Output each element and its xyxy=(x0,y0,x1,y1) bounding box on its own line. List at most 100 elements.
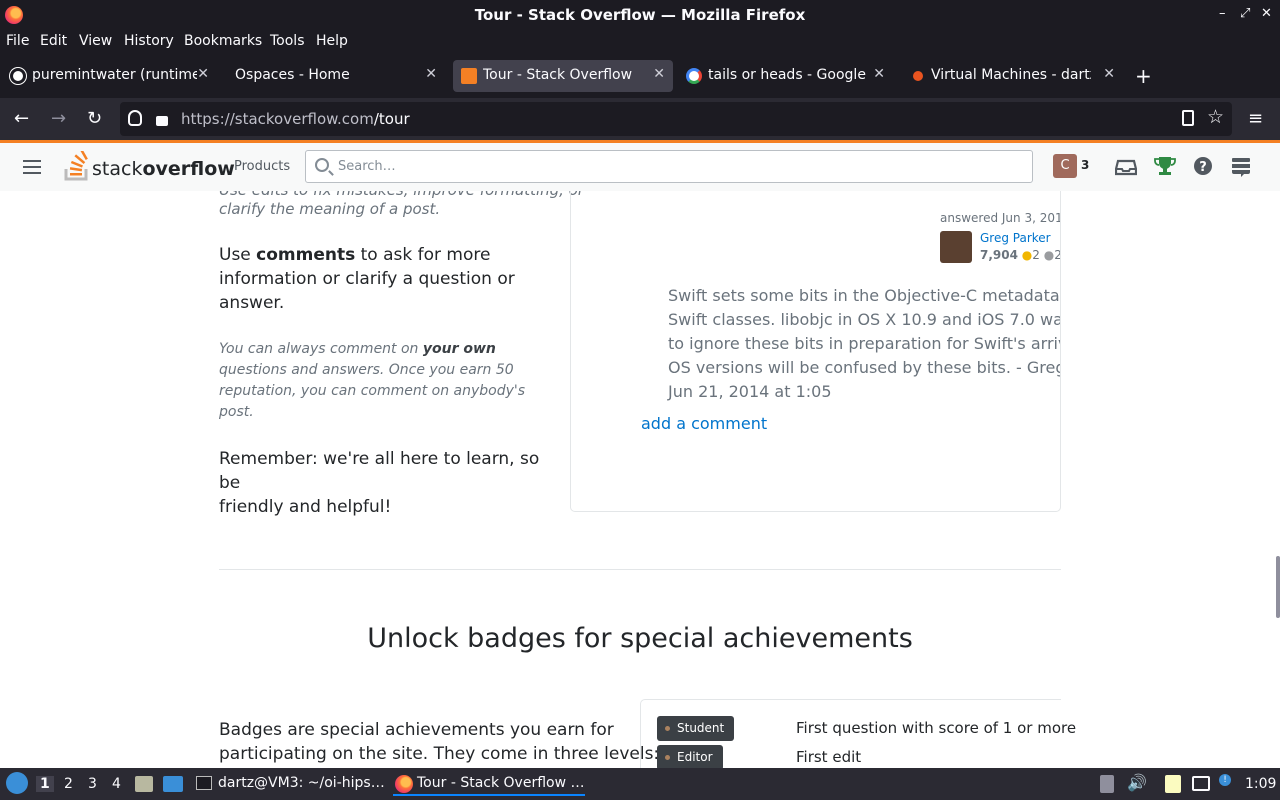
badges-heading: Unlock badges for special achievements xyxy=(367,623,913,654)
workspace-1[interactable]: 1 xyxy=(36,776,54,792)
student-badge-description: First question with score of 1 or more xyxy=(796,719,1077,737)
notification-icon[interactable]: ! xyxy=(1219,774,1231,786)
url-text[interactable]: https://stackoverflow.com/tour xyxy=(181,110,410,128)
taskbar-firefox[interactable]: Tour - Stack Overflow … xyxy=(393,772,585,796)
text: to ignore these bits in preparation for … xyxy=(668,334,1060,353)
workspace-4[interactable]: 4 xyxy=(112,776,121,792)
back-icon[interactable]: ← xyxy=(14,108,29,129)
student-badge[interactable]: Student xyxy=(657,716,735,741)
reader-view-icon[interactable] xyxy=(1182,110,1194,126)
text: Use xyxy=(219,245,257,265)
clipboard-icon[interactable] xyxy=(1100,775,1114,793)
hamburger-icon[interactable] xyxy=(23,160,41,178)
products-link[interactable]: Products xyxy=(234,159,290,174)
app-menu-icon[interactable]: ≡ xyxy=(1248,108,1263,129)
clock: 1:09 xyxy=(1245,776,1277,792)
stackoverflow-favicon xyxy=(461,68,477,84)
tab-label: puremintwater (runtime) xyxy=(32,67,197,83)
tab-tour-stack-overflow[interactable]: Tour - Stack Overflow ✕ xyxy=(453,60,673,92)
shield-icon[interactable] xyxy=(128,110,142,126)
your-own-emphasis: your own xyxy=(422,341,496,357)
lock-icon[interactable] xyxy=(156,116,168,126)
close-tab-icon[interactable]: ✕ xyxy=(653,66,665,82)
menu-edit[interactable]: Edit xyxy=(40,33,67,49)
so-topbar: stackoverflow Products Search… C 3 ? xyxy=(0,140,1280,191)
menu-bookmarks[interactable]: Bookmarks xyxy=(184,33,262,49)
text: Swift sets some bits in the Objective-C … xyxy=(668,286,1060,305)
text: answer. xyxy=(219,293,285,313)
site-switcher-icon[interactable] xyxy=(1230,155,1252,177)
notes-icon[interactable] xyxy=(1165,775,1181,793)
firefox-icon xyxy=(395,775,413,793)
search-input[interactable]: Search… xyxy=(305,150,1033,183)
maximize-button[interactable]: ⤢ xyxy=(1240,6,1250,21)
help-icon[interactable]: ? xyxy=(1192,155,1214,177)
comments-paragraph: Use comments to ask for more information… xyxy=(219,243,559,315)
close-tab-icon[interactable]: ✕ xyxy=(425,66,437,82)
text: Badges are special achievements you earn… xyxy=(219,720,614,740)
close-tab-icon[interactable]: ✕ xyxy=(1103,66,1115,82)
add-comment-link[interactable]: add a comment xyxy=(641,414,767,433)
tour-page-content: Use edits to fix mistakes, improve forma… xyxy=(0,191,1280,768)
menu-help[interactable]: Help xyxy=(316,33,348,49)
editor-badge-description: First edit xyxy=(796,748,862,766)
page-scrollbar-thumb[interactable] xyxy=(1276,556,1280,618)
inbox-icon[interactable] xyxy=(1115,155,1137,177)
text: information or clarify a question or xyxy=(219,269,515,289)
ubuntu-icon xyxy=(913,71,923,81)
text: to ask for more xyxy=(355,245,491,265)
tab-label: Tour - Stack Overflow xyxy=(483,67,633,83)
task-label: Tour - Stack Overflow … xyxy=(417,775,585,791)
comment-text: Swift sets some bits in the Objective-C … xyxy=(668,284,1060,404)
logo-text-stack: stack xyxy=(92,158,143,180)
edit-tip: clarify the meaning of a post. xyxy=(219,200,441,218)
menu-file[interactable]: File xyxy=(6,33,29,49)
bookmark-star-icon[interactable]: ☆ xyxy=(1207,106,1224,128)
text: participating on the site. They come in … xyxy=(219,744,660,764)
text: friendly and helpful! xyxy=(219,497,392,517)
svg-text:?: ? xyxy=(1199,160,1207,175)
reload-icon[interactable]: ↻ xyxy=(87,108,102,129)
menu-tools[interactable]: Tools xyxy=(270,33,305,49)
url-bar[interactable]: https://stackoverflow.com/tour ☆ xyxy=(120,102,1232,136)
achievements-trophy-icon[interactable] xyxy=(1154,155,1176,177)
workspace-2[interactable]: 2 xyxy=(64,776,73,792)
stackoverflow-logo[interactable]: stackoverflow xyxy=(64,148,235,185)
tab-ospaces[interactable]: Ospaces - Home ✕ xyxy=(225,60,445,92)
file-manager-icon[interactable] xyxy=(135,776,153,792)
badges-intro: Badges are special achievements you earn… xyxy=(219,718,660,766)
desktop-taskbar: 1 2 3 4 dartz@VM3: ~/oi-hips… Tour - Sta… xyxy=(0,768,1280,800)
close-tab-icon[interactable]: ✕ xyxy=(197,66,209,82)
tab-virtual-machines[interactable]: Virtual Machines - dartz@VM3 ✕ xyxy=(903,60,1123,92)
menu-history[interactable]: History xyxy=(124,33,174,49)
minimize-button[interactable]: – xyxy=(1219,6,1226,21)
workspace-3[interactable]: 3 xyxy=(88,776,97,792)
user-reputation: 3 xyxy=(1081,158,1090,172)
tab-puremintwater[interactable]: puremintwater (runtime) ✕ xyxy=(2,60,217,92)
user-avatar[interactable]: C xyxy=(1053,154,1077,178)
menu-bar: File Edit View History Bookmarks Tools H… xyxy=(0,30,1280,56)
close-tab-icon[interactable]: ✕ xyxy=(873,66,885,82)
close-window-button[interactable]: ✕ xyxy=(1261,6,1272,21)
user-avatar-image[interactable] xyxy=(940,231,972,263)
tab-label: Virtual Machines - dartz@VM3 xyxy=(931,67,1091,83)
search-placeholder: Search… xyxy=(338,159,396,174)
edit-tip-cutoff: Use edits to fix mistakes, improve forma… xyxy=(219,191,584,199)
forward-icon[interactable]: → xyxy=(51,108,66,129)
tab-bar: puremintwater (runtime) ✕ Ospaces - Home… xyxy=(0,56,1280,98)
show-desktop-icon[interactable] xyxy=(163,776,183,792)
comments-emphasis: comments xyxy=(256,245,356,265)
new-tab-button[interactable]: + xyxy=(1135,64,1152,88)
answer-user-name[interactable]: Greg Parker xyxy=(980,231,1051,245)
answer-user-reputation: 7,904 ●2 ●23 ● xyxy=(980,248,1060,262)
start-menu-icon[interactable] xyxy=(6,772,28,794)
editor-badge[interactable]: Editor xyxy=(657,745,723,768)
volume-icon[interactable]: 🔊 xyxy=(1127,773,1147,792)
menu-view[interactable]: View xyxy=(79,33,112,49)
comment-timestamp: Jun 21, 2014 at 1:05 xyxy=(668,382,832,401)
badges-example-card: Student First question with score of 1 o… xyxy=(640,699,1076,768)
network-icon[interactable] xyxy=(1192,776,1210,791)
tab-google-search[interactable]: tails or heads - Google Search ✕ xyxy=(678,60,893,92)
search-icon xyxy=(315,158,329,172)
taskbar-terminal[interactable]: dartz@VM3: ~/oi-hips… xyxy=(194,772,385,796)
